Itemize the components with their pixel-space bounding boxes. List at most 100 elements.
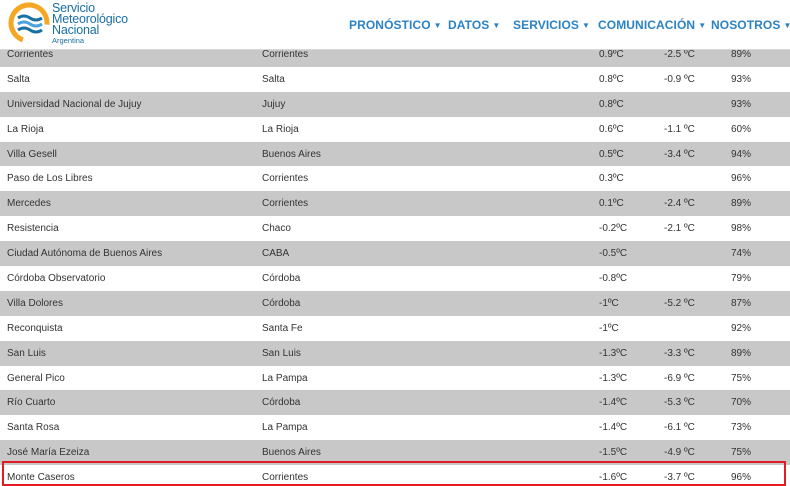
- table-row: Universidad Nacional de Jujuy Jujuy 0.8ºC 9…: [0, 91, 790, 117]
- dew-point-cell: -5.3 ºC: [664, 390, 731, 416]
- province-cell: CABA: [262, 241, 599, 267]
- province-cell: La Pampa: [262, 365, 599, 391]
- humidity-cell: 74%: [731, 241, 790, 267]
- smn-logo[interactable]: Servicio Meteorológico Nacional Argentin…: [8, 2, 158, 46]
- temperature-cell: 0.3ºC: [599, 166, 664, 192]
- nav-servicios[interactable]: SERVICIOS ▼: [513, 18, 590, 32]
- nav-nosotros[interactable]: NOSOTROS ▼: [711, 18, 790, 32]
- humidity-cell: 93%: [731, 66, 790, 92]
- temperature-cell: -0.5ºC: [599, 241, 664, 267]
- station-cell: San Luis: [0, 340, 262, 366]
- table-row: Monte Caseros Corrientes -1.6ºC -3.7 ºC 96%: [0, 465, 790, 486]
- temperature-cell: 0.8ºC: [599, 91, 664, 117]
- nav-comunicacion-label: COMUNICACIÓN: [598, 18, 696, 32]
- table-row: Ciudad Autónoma de Buenos Aires CABA -0.5º…: [0, 241, 790, 267]
- dew-point-cell: -3.7 ºC: [664, 465, 731, 486]
- station-cell: Ciudad Autónoma de Buenos Aires: [0, 241, 262, 267]
- caret-down-icon: ▼: [698, 21, 707, 30]
- dew-point-cell: -0.9 ºC: [664, 66, 731, 92]
- station-cell: Resistencia: [0, 216, 262, 242]
- province-cell: Corrientes: [262, 166, 599, 192]
- dew-point-cell: -4.9 ºC: [664, 440, 731, 466]
- dew-point-cell: [664, 91, 731, 117]
- dew-point-cell: -5.2 ºC: [664, 290, 731, 316]
- temperature-cell: -1ºC: [599, 290, 664, 316]
- temperature-cell: -1ºC: [599, 315, 664, 341]
- province-cell: Santa Fe: [262, 315, 599, 341]
- province-cell: Salta: [262, 66, 599, 92]
- caret-down-icon: ▼: [783, 21, 790, 30]
- dew-point-cell: -1.1 ºC: [664, 116, 731, 142]
- logo-text: Servicio Meteorológico Nacional Argentin…: [52, 2, 128, 45]
- nav-pronostico[interactable]: PRONÓSTICO ▼: [349, 18, 442, 32]
- province-cell: Córdoba: [262, 266, 599, 291]
- province-cell: San Luis: [262, 340, 599, 366]
- table-row: José María Ezeiza Buenos Aires -1.5ºC -4.9 …: [0, 440, 790, 466]
- temperature-cell: -0.2ºC: [599, 216, 664, 242]
- humidity-cell: 94%: [731, 141, 790, 167]
- humidity-cell: 70%: [731, 390, 790, 416]
- station-cell: Córdoba Observatorio: [0, 266, 262, 291]
- table-row: Santa Rosa La Pampa -1.4ºC -6.1 ºC 73%: [0, 415, 790, 441]
- table-row: Resistencia Chaco -0.2ºC -2.1 ºC 98%: [0, 216, 790, 242]
- nav-pronostico-label: PRONÓSTICO: [349, 18, 431, 32]
- station-cell: Salta: [0, 66, 262, 92]
- humidity-cell: 89%: [731, 340, 790, 366]
- station-cell: Río Cuarto: [0, 390, 262, 416]
- nav-comunicacion[interactable]: COMUNICACIÓN ▼: [598, 18, 706, 32]
- logo-line-4: Argentina: [52, 36, 85, 45]
- station-cell: Universidad Nacional de Jujuy: [0, 91, 262, 117]
- dew-point-cell: -6.1 ºC: [664, 415, 731, 441]
- nav-datos-label: DATOS: [448, 18, 490, 32]
- nav-servicios-label: SERVICIOS: [513, 18, 580, 32]
- station-cell: Reconquista: [0, 315, 262, 341]
- station-cell: Mercedes: [0, 191, 262, 217]
- dew-point-cell: -6.9 ºC: [664, 365, 731, 391]
- humidity-cell: 75%: [731, 365, 790, 391]
- dew-point-cell: -2.4 ºC: [664, 191, 731, 217]
- dew-point-cell: -3.4 ºC: [664, 141, 731, 167]
- station-cell: José María Ezeiza: [0, 440, 262, 466]
- temperature-cell: -0.8ºC: [599, 266, 664, 291]
- humidity-cell: 87%: [731, 290, 790, 316]
- caret-down-icon: ▼: [433, 21, 442, 30]
- temperature-table-wrap: Corrientes Corrientes 0.9ºC -2.5 ºC 89% Salta…: [0, 42, 790, 486]
- humidity-cell: 79%: [731, 266, 790, 291]
- table-row: Paso de Los Libres Corrientes 0.3ºC 96%: [0, 166, 790, 192]
- dew-point-cell: [664, 241, 731, 267]
- table-row: La Rioja La Rioja 0.6ºC -1.1 ºC 60%: [0, 116, 790, 142]
- temperature-cell: 0.8ºC: [599, 66, 664, 92]
- humidity-cell: 96%: [731, 166, 790, 192]
- station-cell: Monte Caseros: [0, 465, 262, 486]
- temperature-cell: -1.4ºC: [599, 415, 664, 441]
- table-row: Salta Salta 0.8ºC -0.9 ºC 93%: [0, 66, 790, 92]
- table-row: General Pico La Pampa -1.3ºC -6.9 ºC 75%: [0, 365, 790, 391]
- dew-point-cell: [664, 266, 731, 291]
- table-row: Córdoba Observatorio Córdoba -0.8ºC 79%: [0, 266, 790, 291]
- province-cell: Corrientes: [262, 465, 599, 486]
- province-cell: Chaco: [262, 216, 599, 242]
- station-cell: La Rioja: [0, 116, 262, 142]
- logo-line-3: Nacional: [52, 23, 100, 37]
- table-row: Mercedes Corrientes 0.1ºC -2.4 ºC 89%: [0, 191, 790, 217]
- humidity-cell: 98%: [731, 216, 790, 242]
- nav-nosotros-label: NOSOTROS: [711, 18, 781, 32]
- province-cell: Córdoba: [262, 390, 599, 416]
- humidity-cell: 93%: [731, 91, 790, 117]
- table-row: Villa Dolores Córdoba -1ºC -5.2 ºC 87%: [0, 290, 790, 316]
- station-cell: Villa Gesell: [0, 141, 262, 167]
- station-cell: Villa Dolores: [0, 290, 262, 316]
- temperature-cell: -1.4ºC: [599, 390, 664, 416]
- dew-point-cell: [664, 315, 731, 341]
- table-row: Villa Gesell Buenos Aires 0.5ºC -3.4 ºC 94%: [0, 141, 790, 167]
- site-header: Servicio Meteorológico Nacional Argentin…: [0, 0, 790, 50]
- province-cell: Buenos Aires: [262, 141, 599, 167]
- temperature-cell: -1.5ºC: [599, 440, 664, 466]
- temperature-cell: 0.1ºC: [599, 191, 664, 217]
- dew-point-cell: [664, 166, 731, 192]
- temperature-cell: -1.3ºC: [599, 340, 664, 366]
- temperature-cell: 0.6ºC: [599, 116, 664, 142]
- caret-down-icon: ▼: [492, 21, 501, 30]
- province-cell: La Pampa: [262, 415, 599, 441]
- nav-datos[interactable]: DATOS ▼: [448, 18, 500, 32]
